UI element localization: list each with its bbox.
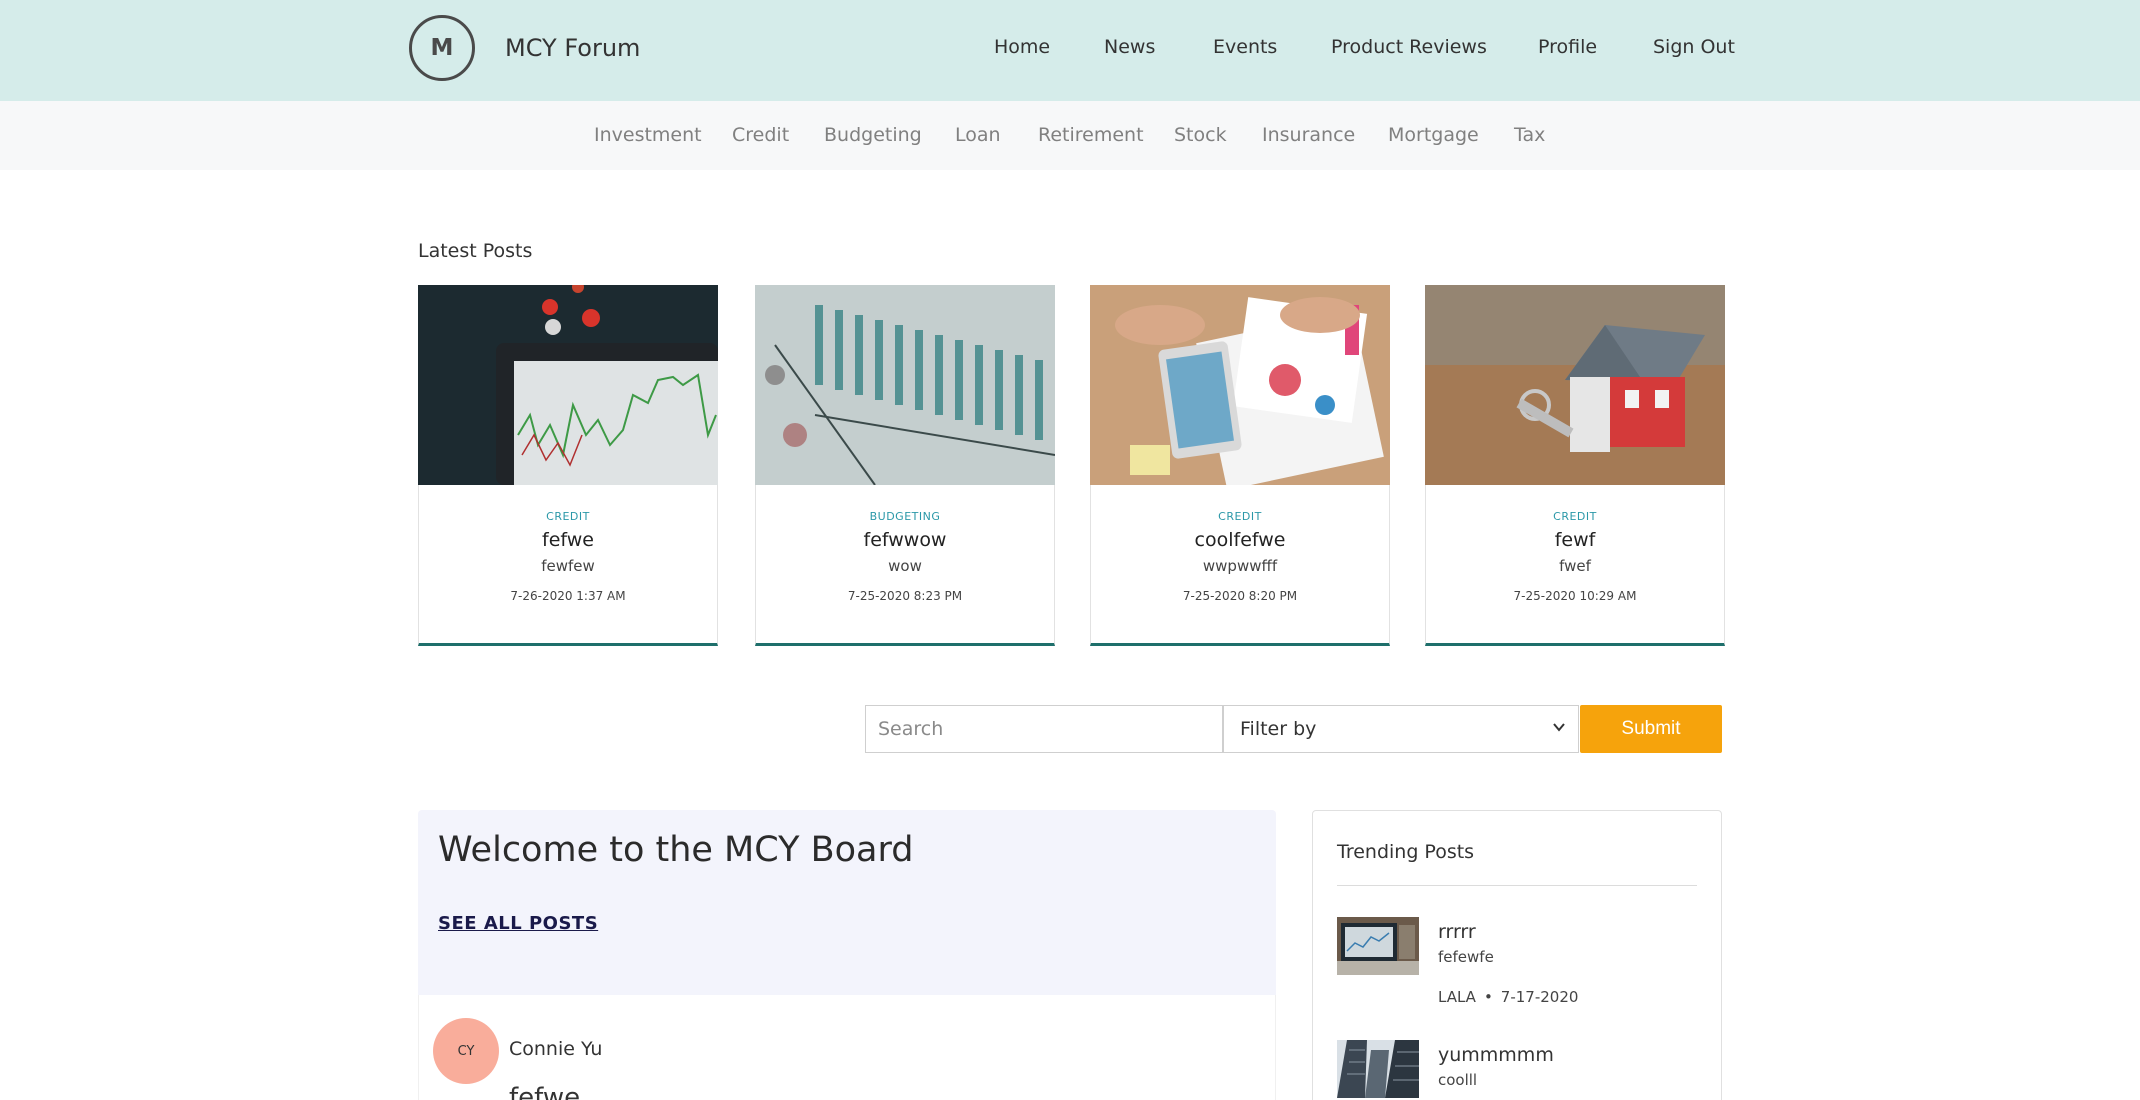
card-subtitle: wwpwwfff: [1202, 557, 1278, 575]
trending-item-author: LALA: [1438, 988, 1476, 1006]
nav-product-reviews[interactable]: Product Reviews: [1331, 36, 1487, 58]
post-author[interactable]: Connie Yu: [509, 1038, 602, 1060]
nav-sign-out[interactable]: Sign Out: [1653, 36, 1735, 58]
skyscraper-photo: [1337, 1040, 1419, 1098]
search-input[interactable]: [865, 705, 1223, 753]
card-title[interactable]: fewf: [1426, 529, 1724, 551]
category-budgeting[interactable]: Budgeting: [824, 124, 922, 146]
laptop-photo: [1337, 917, 1419, 975]
house-keys-photo: [1425, 285, 1725, 485]
category-investment[interactable]: Investment: [594, 124, 702, 146]
trending-item-title[interactable]: rrrrr: [1438, 921, 1476, 943]
welcome-panel: Welcome to the MCY Board SEE ALL POSTS: [418, 810, 1276, 995]
latest-posts-title: Latest Posts: [418, 240, 533, 262]
see-all-posts-link[interactable]: SEE ALL POSTS: [438, 913, 598, 934]
trending-item-date: 7-17-2020: [1500, 988, 1579, 1006]
card-title[interactable]: coolfefwe: [1091, 529, 1389, 551]
trending-item-desc: coolll: [1438, 1071, 1478, 1089]
card-date: 7-26-2020 1:37 AM: [510, 589, 626, 603]
post-card[interactable]: BUDGETING fefwwow wow 7-25-2020 8:23 PM: [755, 285, 1055, 646]
card-category: CREDIT: [1218, 510, 1262, 523]
category-insurance[interactable]: Insurance: [1262, 124, 1355, 146]
post-preview[interactable]: CY Connie Yu fefwe: [418, 995, 1276, 1100]
trending-item-desc: fefewfe: [1438, 948, 1494, 966]
card-title[interactable]: fefwe: [419, 529, 717, 551]
card-category: CREDIT: [1553, 510, 1597, 523]
top-navbar: M MCY Forum Home News Events Product Rev…: [0, 0, 2140, 101]
trending-title: Trending Posts: [1337, 841, 1475, 863]
category-retirement[interactable]: Retirement: [1038, 124, 1144, 146]
bullet-icon: •: [1483, 988, 1493, 1006]
nav-events[interactable]: Events: [1213, 36, 1277, 58]
category-bar: Investment Credit Budgeting Loan Retirem…: [0, 101, 2140, 170]
trending-item[interactable]: yummmmm coolll: [1337, 1040, 1697, 1100]
main-nav: Home News Events Product Reviews Profile…: [0, 36, 2140, 66]
category-mortgage[interactable]: Mortgage: [1388, 124, 1479, 146]
trending-item-info: LALA • 7-17-2020: [1438, 988, 1578, 1006]
nav-news[interactable]: News: [1104, 36, 1155, 58]
card-subtitle: wow: [888, 557, 922, 575]
card-date: 7-25-2020 8:20 PM: [1182, 589, 1298, 603]
card-date: 7-25-2020 10:29 AM: [1513, 589, 1637, 603]
card-title[interactable]: fefwwow: [756, 529, 1054, 551]
card-category: BUDGETING: [869, 510, 941, 523]
post-card[interactable]: CREDIT coolfefwe wwpwwfff 7-25-2020 8:20…: [1090, 285, 1390, 646]
charts-paper-photo: [1090, 285, 1390, 485]
post-card[interactable]: CREDIT fewf fwef 7-25-2020 10:29 AM: [1425, 285, 1725, 646]
post-card[interactable]: CREDIT fefwe fewfew 7-26-2020 1:37 AM: [418, 285, 718, 646]
trending-item-title[interactable]: yummmmm: [1438, 1044, 1554, 1066]
category-stock[interactable]: Stock: [1174, 124, 1227, 146]
divider: [1337, 885, 1697, 886]
nav-home[interactable]: Home: [994, 36, 1050, 58]
glass-bottles-photo: [755, 285, 1055, 485]
post-title[interactable]: fefwe: [509, 1083, 580, 1100]
trending-item[interactable]: rrrrr fefewfe LALA • 7-17-2020: [1337, 917, 1697, 1017]
welcome-heading: Welcome to the MCY Board: [438, 830, 914, 870]
category-credit[interactable]: Credit: [732, 124, 789, 146]
category-loan[interactable]: Loan: [955, 124, 1001, 146]
card-category: CREDIT: [546, 510, 590, 523]
card-subtitle: fwef: [1559, 557, 1591, 575]
card-date: 7-25-2020 8:23 PM: [847, 589, 963, 603]
category-tax[interactable]: Tax: [1514, 124, 1545, 146]
avatar: CY: [433, 1018, 499, 1084]
trending-posts-panel: Trending Posts rrrrr fefewfe LALA • 7-17-2…: [1312, 810, 1722, 1100]
card-subtitle: fewfew: [541, 557, 595, 575]
stock-chart-photo: [418, 285, 718, 485]
filter-select[interactable]: Filter by: [1223, 705, 1579, 753]
filter-select-label: Filter by: [1240, 718, 1317, 740]
nav-profile[interactable]: Profile: [1538, 36, 1597, 58]
submit-button[interactable]: Submit: [1580, 705, 1722, 753]
chevron-down-icon: [1553, 723, 1565, 732]
